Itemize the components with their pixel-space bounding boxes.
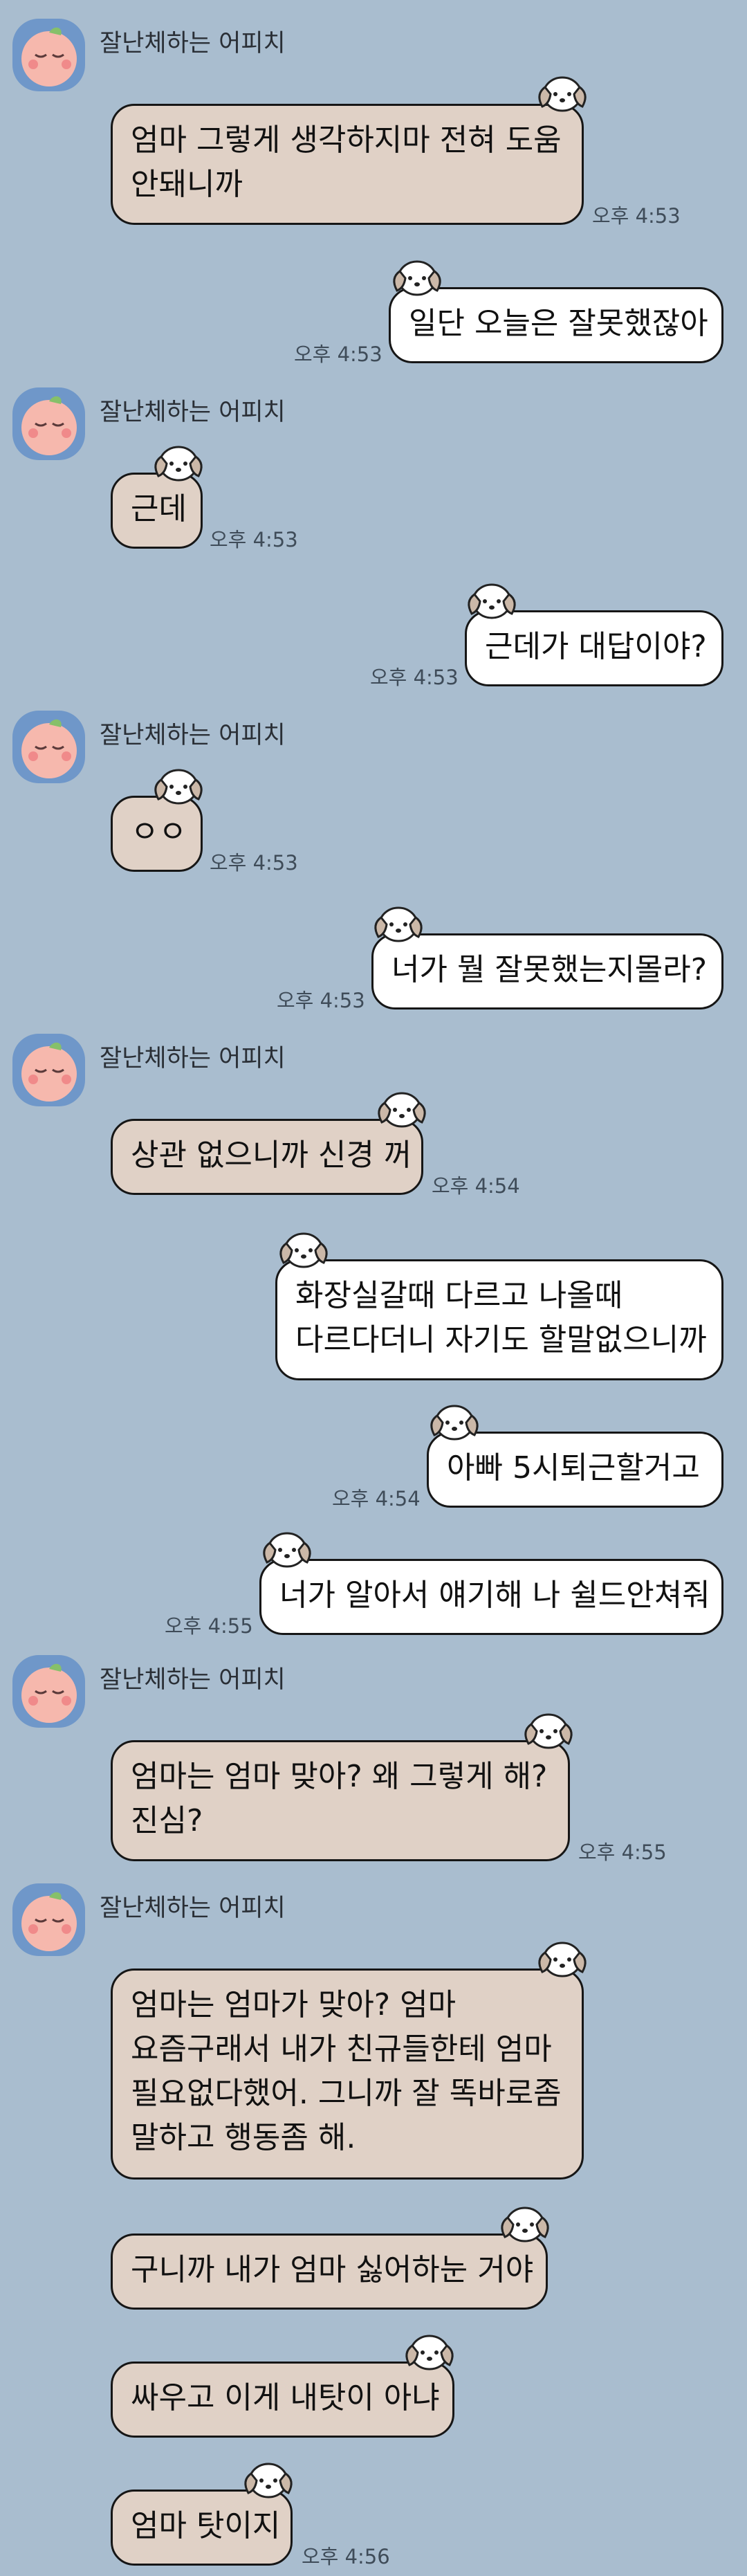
- sender-name: 잘난체하는 어피치: [100, 1045, 286, 1072]
- message-text-line: 너가 알아서 얘기해 나 쉴드안쳐줘: [279, 1578, 710, 1613]
- message-timestamp: 오후 4:53: [370, 666, 459, 689]
- sender-name: 잘난체하는 어피치: [100, 1894, 286, 1922]
- message-text-line: 필요없다했어. 그니까 잘 똑바로좀: [131, 2076, 562, 2111]
- message-text-line: 진심?: [131, 1803, 203, 1838]
- message-timestamp: 오후 4:53: [210, 851, 298, 875]
- message-bubble-incoming[interactable]: 구니까 내가 엄마 싫어하눈 거야: [111, 2234, 548, 2310]
- puppy-sticker-icon: [149, 436, 208, 486]
- message-text-line: 구니까 내가 엄마 싫어하눈 거야: [131, 2252, 534, 2287]
- message-text-line: 싸우고 이게 내탓이 아냐: [131, 2380, 440, 2415]
- message-timestamp: 오후 4:56: [302, 2545, 390, 2568]
- avatar[interactable]: [12, 19, 85, 91]
- sender-name: 잘난체하는 어피치: [100, 30, 286, 57]
- message-bubble-outgoing[interactable]: 너가 알아서 얘기해 나 쉴드안쳐줘: [259, 1559, 723, 1635]
- sender-name: 잘난체하는 어피치: [100, 399, 286, 426]
- puppy-sticker-icon: [462, 574, 522, 623]
- avatar[interactable]: [12, 1655, 85, 1728]
- message-text-line: 아빠 5시퇴근할거고: [447, 1450, 700, 1486]
- message-timestamp: 오후 4:54: [332, 1487, 421, 1510]
- message-text-line: 말하고 행동좀 해.: [131, 2120, 356, 2155]
- sender-name: 잘난체하는 어피치: [100, 722, 286, 749]
- message-text-line: 엄마 탓이지: [131, 2508, 281, 2543]
- puppy-sticker-icon: [239, 2453, 298, 2503]
- message-timestamp: 오후 4:53: [277, 989, 365, 1012]
- message-text-line: 화장실갈때 다르고 나올때: [295, 1278, 623, 1313]
- puppy-sticker-icon: [369, 897, 428, 947]
- message-timestamp: 오후 4:55: [578, 1840, 667, 1864]
- sender-name: 잘난체하는 어피치: [100, 1666, 286, 1694]
- message-bubble-outgoing[interactable]: 화장실갈때 다르고 나올때다르다더니 자기도 할말없으니까: [275, 1259, 723, 1380]
- message-text-line: 안돼니까: [131, 167, 243, 202]
- puppy-sticker-icon: [495, 2197, 555, 2247]
- message-text-line: ㅇㅇ: [131, 814, 187, 850]
- puppy-sticker-icon: [372, 1082, 432, 1132]
- message-text-line: 근데: [131, 491, 187, 527]
- message-timestamp: 오후 4:54: [432, 1174, 520, 1198]
- puppy-sticker-icon: [425, 1395, 484, 1445]
- message-text-line: 엄마는 엄마가 맞아? 엄마: [131, 1987, 456, 2022]
- message-text-line: 엄마는 엄마 맞아? 왜 그렇게 해?: [131, 1759, 548, 1794]
- puppy-sticker-icon: [533, 66, 592, 116]
- message-text-line: 상관 없으니까 신경 꺼: [131, 1138, 412, 1173]
- message-text-line: 엄마 그렇게 생각하지마 전혀 도움: [131, 122, 562, 158]
- puppy-sticker-icon: [400, 2325, 459, 2375]
- puppy-sticker-icon: [533, 1932, 592, 1982]
- message-timestamp: 오후 4:53: [294, 342, 382, 366]
- avatar[interactable]: [12, 1883, 85, 1956]
- puppy-sticker-icon: [519, 1703, 578, 1753]
- puppy-sticker-icon: [274, 1223, 333, 1272]
- message-timestamp: 오후 4:53: [592, 204, 681, 228]
- puppy-sticker-icon: [257, 1522, 317, 1572]
- message-text-line: 근데가 대답이야?: [485, 629, 707, 664]
- puppy-sticker-icon: [387, 250, 447, 300]
- message-bubble-incoming[interactable]: 엄마는 엄마가 맞아? 엄마요즘구래서 내가 친규들한테 엄마필요없다했어. 그…: [111, 1968, 584, 2180]
- avatar[interactable]: [12, 1034, 85, 1106]
- message-bubble-incoming[interactable]: 엄마는 엄마 맞아? 왜 그렇게 해? 진심?: [111, 1740, 570, 1861]
- message-text-line: 너가 뭘 잘못했는지몰라?: [391, 952, 708, 987]
- puppy-sticker-icon: [149, 759, 208, 809]
- message-text-line: 일단 오늘은 잘못했잖아: [409, 306, 708, 341]
- message-timestamp: 오후 4:55: [165, 1614, 253, 1638]
- message-bubble-incoming[interactable]: 엄마 그렇게 생각하지마 전혀 도움안돼니까: [111, 104, 584, 225]
- message-text-line: 요즘구래서 내가 친규들한테 엄마: [131, 2031, 552, 2067]
- avatar[interactable]: [12, 711, 85, 783]
- avatar[interactable]: [12, 387, 85, 460]
- message-text-line: 다르다더니 자기도 할말없으니까: [295, 1322, 707, 1358]
- message-timestamp: 오후 4:53: [210, 528, 298, 551]
